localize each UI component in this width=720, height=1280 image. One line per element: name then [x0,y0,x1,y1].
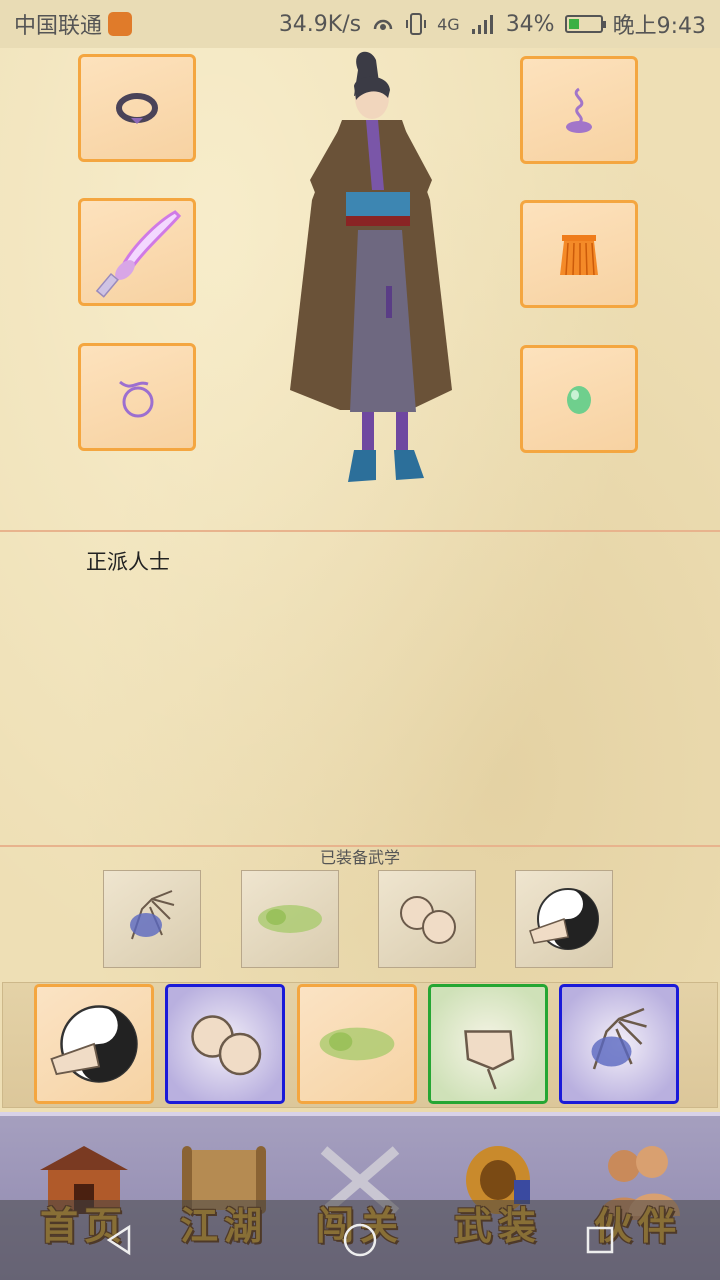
status-bar: 中国联通 34.9K/s 4G 34% 晚上9:43 [0,0,720,48]
poison-cloud-skill-icon [258,905,322,933]
back-button[interactable] [90,1210,150,1270]
jade-icon [567,386,591,414]
battery-icon [564,15,606,33]
network-speed: 34.9K/s [278,11,362,37]
equip-slot-weapon[interactable] [78,198,196,306]
fist-skill-icon [464,1030,515,1090]
clock: 晚上9:43 [612,14,706,39]
equipped-skill-taiji[interactable] [515,870,613,968]
equip-slot-incense[interactable] [520,56,638,164]
battery-percent: 34% [505,11,555,37]
back-triangle-icon [106,1224,131,1256]
palm-skill-icon [130,890,175,940]
section-divider [0,530,720,532]
recents-square-icon [586,1226,614,1254]
signal-icon [471,15,493,34]
skirt-icon [560,235,598,276]
library-skill-fists[interactable] [165,984,285,1104]
poison-cloud-skill-icon [319,1027,395,1061]
vibrate-icon [406,13,427,35]
equip-slot-bracelet[interactable] [78,54,196,162]
equipped-skills-label: 已装备武学 [319,848,400,867]
equip-slot-skirt[interactable] [520,200,638,308]
equip-slot-jade[interactable] [520,345,638,453]
taiji-skill-icon [529,888,599,950]
character-portrait [290,51,452,482]
library-skill-taiji[interactable] [34,984,154,1104]
ring-icon [119,380,154,418]
saber-icon [95,210,182,298]
faction-label: 正派人士 [86,550,170,574]
app-notification-icon [108,12,133,36]
system-nav-bar [0,1200,720,1280]
library-skill-fist[interactable] [428,984,548,1104]
network-type: 4G [437,14,460,34]
bracelet-icon [116,93,158,124]
fist-pair-skill-icon [400,896,456,944]
equip-slot-ring[interactable] [78,343,196,451]
hotspot-icon [373,19,393,30]
carrier-label: 中国联通 [14,14,103,39]
home-button[interactable] [330,1210,390,1270]
equipped-skill-poison[interactable] [241,870,339,968]
recents-button[interactable] [570,1210,630,1270]
fist-pair-skill-icon [191,1015,262,1076]
incense-icon [566,87,592,133]
palm-skill-icon [591,1007,647,1070]
equipped-skill-palm[interactable] [103,870,201,968]
taiji-skill-icon [50,1005,138,1083]
equipped-skill-fists[interactable] [378,870,476,968]
library-skill-poison[interactable] [297,984,417,1104]
library-skill-palm[interactable] [559,984,679,1104]
home-circle-icon [343,1223,377,1257]
